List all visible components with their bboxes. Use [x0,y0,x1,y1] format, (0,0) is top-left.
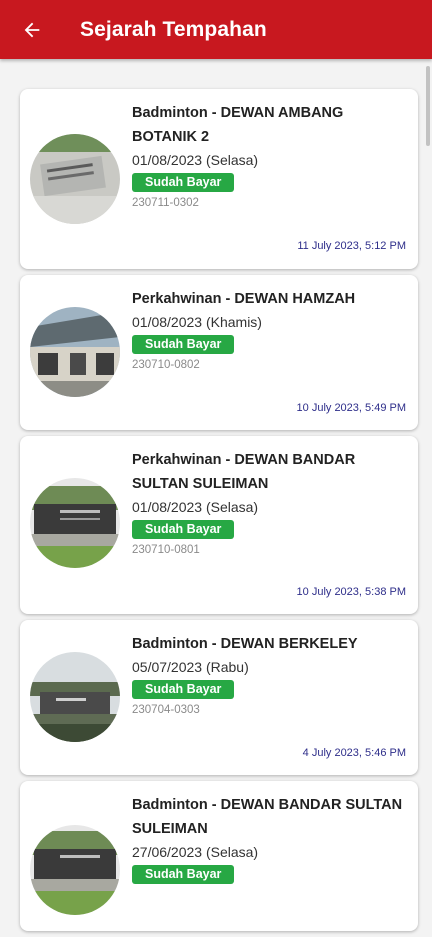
booking-card[interactable]: Perkahwinan - DEWAN HAMZAH 01/08/2023 (K… [20,275,418,430]
venue-photo [30,652,120,742]
back-button[interactable] [18,16,46,44]
booking-date: 05/07/2023 (Rabu) [132,659,249,675]
booking-timestamp: 10 July 2023, 5:49 PM [296,402,406,414]
scrollbar[interactable] [426,66,430,146]
booking-reference: 230710-0801 [132,544,200,556]
booking-timestamp: 11 July 2023, 5:12 PM [297,240,406,252]
venue-name: Perkahwinan - DEWAN HAMZAH [132,291,356,307]
status-badge: Sudah Bayar [132,173,235,192]
booking-timestamp: 10 July 2023, 5:38 PM [296,586,406,598]
venue-name: Perkahwinan - DEWAN BANDAR SULTAN SULEIM… [132,452,356,492]
venue-photo [30,825,120,915]
page-title: Sejarah Tempahan [80,17,267,41]
venue-photo [30,134,120,224]
status-badge: Sudah Bayar [132,520,235,539]
booking-card[interactable]: Badminton - DEWAN BERKELEY 05/07/2023 (R… [20,620,418,775]
status-badge: Sudah Bayar [132,865,235,884]
booking-date: 01/08/2023 (Selasa) [132,152,259,168]
booking-timestamp: 4 July 2023, 5:46 PM [302,747,406,759]
arrow-left-icon [24,22,40,37]
booking-card[interactable]: Perkahwinan - DEWAN BANDAR SULTAN SULEIM… [20,436,418,614]
booking-list: Badminton - DEWAN AMBANG BOTANIK 2 01/08… [20,89,418,937]
booking-reference: 230710-0802 [132,359,200,371]
venue-name: Badminton - DEWAN BANDAR SULTAN SULEIMAN [132,797,403,837]
venue-photo [30,307,120,397]
booking-card[interactable]: Badminton - DEWAN AMBANG BOTANIK 2 01/08… [20,89,418,269]
venue-name: Badminton - DEWAN AMBANG BOTANIK 2 [132,105,344,145]
booking-card[interactable]: Badminton - DEWAN BANDAR SULTAN SULEIMAN… [20,781,418,931]
booking-date: 01/08/2023 (Khamis) [132,314,262,330]
status-badge: Sudah Bayar [132,335,235,354]
venue-name: Badminton - DEWAN BERKELEY [132,636,358,652]
status-badge: Sudah Bayar [132,680,235,699]
booking-date: 01/08/2023 (Selasa) [132,499,259,515]
app-bar: Sejarah Tempahan [0,0,432,59]
booking-reference: 230704-0303 [132,704,200,716]
booking-date: 27/06/2023 (Selasa) [132,844,259,860]
venue-photo [30,478,120,568]
booking-reference: 230711-0302 [132,197,199,209]
